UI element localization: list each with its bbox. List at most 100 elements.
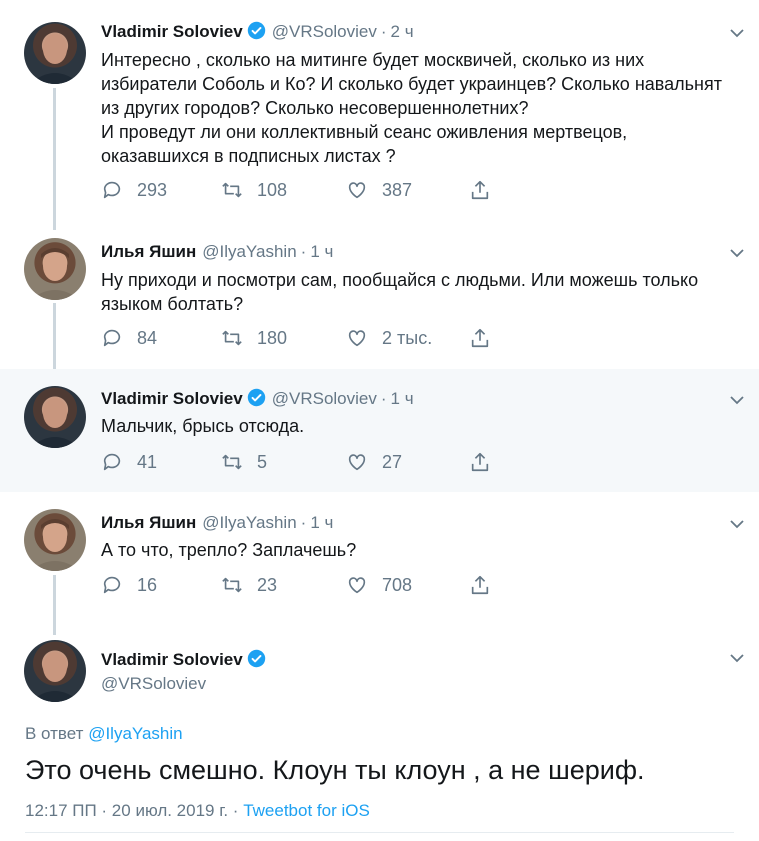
reply-button[interactable]: 84 [101, 325, 157, 351]
heart-icon [348, 577, 366, 594]
tweet-timestamp[interactable]: 12:17 ПП · 20 июл. 2019 г. · [25, 801, 243, 820]
like-count: 2 тыс. [382, 327, 433, 348]
chevron-down-icon[interactable] [729, 516, 745, 532]
tweet-text: А то что, трепло? Заплачешь? [101, 540, 357, 560]
verified-badge-icon [247, 21, 265, 40]
tweet-text: Ну приходи и посмотри сам, пообщайся с л… [101, 270, 699, 314]
like-count: 27 [382, 451, 403, 472]
reply-icon [103, 453, 121, 471]
author-name[interactable]: Vladimir Soloviev [101, 389, 243, 408]
like-count: 387 [382, 179, 413, 200]
share-button[interactable] [469, 449, 505, 475]
heart-icon [348, 182, 366, 199]
tweet-header: Vladimir Soloviev @VRSoloviev · 1 ч [101, 388, 414, 410]
author-name[interactable]: Vladimir Soloviev [101, 22, 243, 41]
main-tweet-text: Это очень смешно. Клоун ты клоун , а не … [25, 755, 645, 785]
author-handle[interactable]: @IlyaYashin [202, 513, 296, 532]
divider [25, 832, 734, 833]
separator-dot: · [380, 22, 387, 41]
reply-count: 41 [137, 451, 158, 472]
avatar[interactable] [24, 238, 86, 300]
tweet-actions: 293 108 387 [101, 177, 501, 203]
retweet-button[interactable]: 5 [221, 449, 267, 475]
reply-to-prefix: В ответ [25, 724, 84, 743]
tweet-text: Интересно , сколько на митинге будет мос… [101, 50, 722, 166]
retweet-icon [222, 182, 242, 198]
tweet[interactable]: Vladimir Soloviev @VRSoloviev · 1 ч Мальчик… [0, 369, 759, 492]
avatar[interactable] [24, 640, 86, 702]
tweet-meta: 12:17 ПП · 20 июл. 2019 г. · Tweetbot fo… [25, 801, 370, 821]
author-handle[interactable]: @VRSoloviev [101, 674, 206, 693]
reply-button[interactable]: 293 [101, 177, 167, 203]
share-button[interactable] [469, 325, 505, 351]
tweet-header: Vladimir Soloviev @VRSoloviev · 2 ч [101, 21, 414, 43]
tweet[interactable]: Илья Яшин @IlyaYashin · 1 ч А то что, трепл… [0, 492, 759, 622]
heart-icon [348, 454, 366, 471]
share-icon [471, 575, 489, 595]
share-icon [471, 328, 489, 348]
share-icon [471, 180, 489, 200]
reply-count: 16 [137, 574, 158, 595]
tweet-actions: 41 5 27 [101, 449, 501, 475]
reply-button[interactable]: 16 [101, 572, 157, 598]
tweet-time[interactable]: 1 ч [310, 242, 333, 261]
tweet[interactable]: Илья Яшин @IlyaYashin · 1 ч Ну приходи и по… [0, 225, 759, 369]
retweet-button[interactable]: 180 [221, 325, 287, 351]
tweet-source-link[interactable]: Tweetbot for iOS [243, 801, 370, 820]
author-handle[interactable]: @IlyaYashin [202, 242, 296, 261]
reply-count: 84 [137, 327, 158, 348]
like-count: 708 [382, 574, 413, 595]
retweet-icon [222, 330, 242, 346]
author-name[interactable]: Илья Яшин [101, 513, 196, 532]
tweet-time[interactable]: 2 ч [391, 22, 414, 41]
separator-dot: · [380, 389, 387, 408]
tweet-header-handle: @VRSoloviev [101, 673, 206, 695]
retweet-count: 180 [257, 327, 288, 348]
chevron-down-icon[interactable] [729, 650, 745, 666]
share-button[interactable] [469, 572, 505, 598]
reply-icon [103, 576, 121, 594]
tweet-header: Илья Яшин @IlyaYashin · 1 ч [101, 241, 333, 263]
author-name[interactable]: Vladimir Soloviev [101, 650, 243, 669]
separator-dot: · [300, 242, 307, 261]
verified-badge-icon [247, 388, 265, 407]
like-button[interactable]: 708 [346, 572, 412, 598]
verified-badge-icon [247, 649, 265, 668]
tweet-time[interactable]: 1 ч [391, 389, 414, 408]
like-button[interactable]: 27 [346, 449, 402, 475]
retweet-count: 5 [257, 451, 268, 472]
tweet-actions: 16 23 708 [101, 572, 501, 598]
avatar[interactable] [24, 386, 86, 448]
tweet-time[interactable]: 1 ч [310, 513, 333, 532]
like-button[interactable]: 2 тыс. [346, 325, 432, 351]
author-handle[interactable]: @VRSoloviev [272, 389, 377, 408]
retweet-icon [222, 577, 242, 593]
tweet-header: Илья Яшин @IlyaYashin · 1 ч [101, 512, 333, 534]
separator-dot: · [300, 513, 307, 532]
tweet-text: Мальчик, брысь отсюда. [101, 416, 305, 436]
reply-context: В ответ @IlyaYashin [25, 724, 183, 744]
chevron-down-icon[interactable] [729, 392, 745, 408]
retweet-count: 108 [257, 179, 288, 200]
retweet-button[interactable]: 108 [221, 177, 287, 203]
share-icon [471, 452, 489, 472]
tweet-actions: 84 180 2 тыс. [101, 325, 501, 351]
reply-to-link[interactable]: @IlyaYashin [88, 724, 182, 743]
author-name[interactable]: Илья Яшин [101, 242, 196, 261]
reply-count: 293 [137, 179, 168, 200]
retweet-icon [222, 454, 242, 470]
share-button[interactable] [469, 177, 505, 203]
chevron-down-icon[interactable] [729, 25, 745, 41]
avatar[interactable] [24, 22, 86, 84]
reply-icon [103, 329, 121, 347]
reply-icon [103, 181, 121, 199]
avatar[interactable] [24, 509, 86, 571]
retweet-button[interactable]: 23 [221, 572, 277, 598]
chevron-down-icon[interactable] [729, 245, 745, 261]
author-handle[interactable]: @VRSoloviev [272, 22, 377, 41]
heart-icon [348, 330, 366, 347]
tweet[interactable]: Vladimir Soloviev @VRSoloviev · 2 ч Интерес… [0, 0, 759, 225]
like-button[interactable]: 387 [346, 177, 412, 203]
retweet-count: 23 [257, 574, 278, 595]
reply-button[interactable]: 41 [101, 449, 157, 475]
